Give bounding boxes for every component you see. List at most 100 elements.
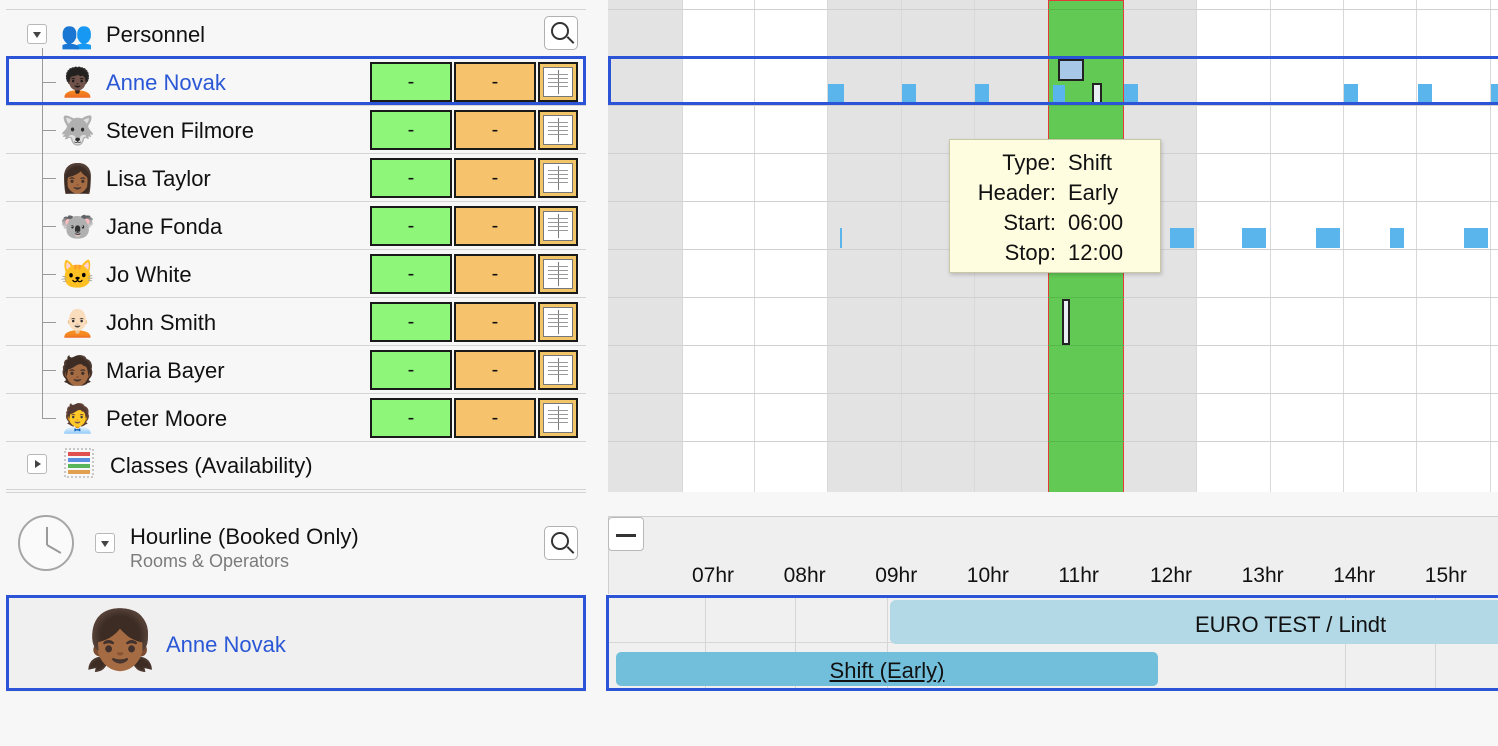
person-avatar: 🧑🏿‍🦱 — [60, 67, 95, 98]
person-avatar: 🧑‍💼 — [60, 403, 95, 434]
booking-bar-euro-test[interactable]: EURO TEST / Lindt — [890, 600, 1498, 644]
availability-cell[interactable]: - — [370, 350, 452, 390]
open-book-icon[interactable] — [538, 158, 578, 198]
colored-list-icon — [64, 448, 94, 478]
tooltip-header-key: Header: — [977, 180, 1056, 205]
person-row[interactable]: 🐱 Jo White - - — [6, 250, 586, 298]
event-marker[interactable] — [1053, 85, 1065, 103]
person-name[interactable]: Anne Novak — [106, 70, 226, 96]
booking-cell[interactable]: - — [454, 398, 536, 438]
hourline-options-toggle[interactable] — [95, 533, 115, 553]
hour-label: 15hr — [1424, 564, 1467, 587]
collapse-personnel-toggle[interactable] — [27, 24, 47, 44]
event-marker[interactable] — [1316, 228, 1340, 248]
tooltip-type-value: Shift — [1068, 150, 1113, 175]
event-marker[interactable] — [975, 84, 989, 102]
booking-cell[interactable]: - — [454, 62, 536, 102]
open-book-icon[interactable] — [538, 398, 578, 438]
tree-group-personnel[interactable]: 👥 Personnel — [6, 10, 586, 58]
booking-cell[interactable]: - — [454, 254, 536, 294]
person-avatar: 🐺 — [60, 115, 95, 146]
event-marker[interactable] — [1124, 84, 1138, 102]
booking-cell[interactable]: - — [454, 302, 536, 342]
person-row[interactable]: 🧑🏾 Maria Bayer - - — [6, 346, 586, 394]
availability-cell[interactable]: - — [370, 62, 452, 102]
hourline-search-button[interactable] — [544, 526, 578, 560]
tooltip-header-value: Early — [1068, 180, 1119, 205]
event-marker[interactable] — [828, 84, 844, 102]
booking-cell[interactable]: - — [454, 158, 536, 198]
open-book-icon[interactable] — [538, 110, 578, 150]
expand-classes-toggle[interactable] — [27, 454, 47, 474]
personnel-search-button[interactable] — [544, 16, 578, 50]
booked-person-row[interactable]: 👧🏾 Anne Novak — [6, 596, 586, 692]
booking-bar-label: EURO TEST / Lindt — [1195, 612, 1387, 637]
shift-bar-label[interactable]: Shift (Early) — [830, 658, 945, 683]
person-row[interactable]: 👩🏾 Lisa Taylor - - — [6, 154, 586, 202]
person-name[interactable]: Peter Moore — [106, 406, 227, 432]
classes-label: Classes (Availability) — [110, 453, 313, 478]
hour-label: 11hr — [1058, 564, 1099, 587]
availability-cell[interactable]: - — [370, 158, 452, 198]
event-tooltip: Type: Shift Header: Early Start: 06:00 S… — [949, 139, 1161, 273]
hour-label: 13hr — [1241, 564, 1284, 587]
event-marker[interactable] — [902, 84, 916, 102]
availability-cell[interactable]: - — [370, 302, 452, 342]
availability-cell[interactable]: - — [370, 110, 452, 150]
availability-cell[interactable]: - — [370, 206, 452, 246]
person-name[interactable]: Lisa Taylor — [106, 166, 211, 192]
tree-group-classes[interactable]: Classes (Availability) — [6, 442, 586, 490]
tooltip-stop-value: 12:00 — [1068, 240, 1124, 265]
event-block-tall[interactable] — [1062, 299, 1070, 345]
personnel-group-icon: 👥 — [60, 20, 94, 50]
hour-label: 12hr — [1150, 564, 1193, 587]
event-marker[interactable] — [1418, 84, 1432, 102]
event-marker[interactable] — [1242, 228, 1266, 248]
event-marker[interactable] — [1491, 84, 1498, 102]
tooltip-start-value: 06:00 — [1068, 210, 1124, 235]
person-name[interactable]: Steven Filmore — [106, 118, 254, 144]
person-row[interactable]: 🧑🏻‍🦲 John Smith - - — [6, 298, 586, 346]
availability-cell[interactable]: - — [370, 254, 452, 294]
event-marker[interactable] — [1390, 228, 1404, 248]
person-row[interactable]: 🐨 Jane Fonda - - — [6, 202, 586, 250]
event-marker[interactable] — [1464, 228, 1488, 248]
open-book-icon[interactable] — [538, 254, 578, 294]
open-book-icon[interactable] — [538, 62, 578, 102]
person-name[interactable]: John Smith — [106, 310, 216, 336]
person-row[interactable]: 🧑‍💼 Peter Moore - - — [6, 394, 586, 442]
hour-label: 08hr — [783, 564, 826, 587]
person-name[interactable]: Jo White — [106, 262, 192, 288]
hour-label: 09hr — [875, 564, 918, 587]
tooltip-stop-key: Stop: — [1004, 240, 1056, 265]
event-block[interactable] — [1058, 59, 1084, 81]
booking-cell[interactable]: - — [454, 350, 536, 390]
tree-connector — [42, 82, 56, 83]
availability-cell[interactable]: - — [370, 398, 452, 438]
person-row[interactable]: 🧑🏿‍🦱 Anne Novak - - — [6, 58, 586, 106]
event-block-small[interactable] — [1092, 83, 1102, 105]
booked-timeline[interactable]: EURO TEST / Lindt Shift (Early) — [609, 596, 1498, 690]
person-row[interactable]: 🐺 Steven Filmore - - — [6, 106, 586, 154]
event-marker[interactable] — [1344, 84, 1358, 102]
tree-connector — [42, 178, 56, 179]
open-book-icon[interactable] — [538, 350, 578, 390]
event-marker[interactable] — [1170, 228, 1194, 248]
person-name[interactable]: Jane Fonda — [106, 214, 222, 240]
tree-connector — [42, 322, 56, 323]
booking-cell[interactable]: - — [454, 110, 536, 150]
hour-label: 10hr — [966, 564, 1009, 587]
shift-bar-early[interactable]: Shift (Early) — [616, 652, 1158, 686]
person-avatar: 🧑🏻‍🦲 — [60, 307, 95, 338]
open-book-icon[interactable] — [538, 302, 578, 342]
booking-cell[interactable]: - — [454, 206, 536, 246]
person-avatar: 🧑🏾 — [60, 355, 95, 386]
person-name[interactable]: Maria Bayer — [106, 358, 225, 384]
event-marker[interactable] — [840, 228, 842, 248]
hour-label: 07hr — [692, 564, 735, 587]
tooltip-start-key: Start: — [1003, 210, 1056, 235]
tree-connector — [42, 226, 56, 227]
booked-person-name[interactable]: Anne Novak — [166, 632, 286, 658]
collapse-hourline-button[interactable] — [608, 517, 644, 551]
open-book-icon[interactable] — [538, 206, 578, 246]
